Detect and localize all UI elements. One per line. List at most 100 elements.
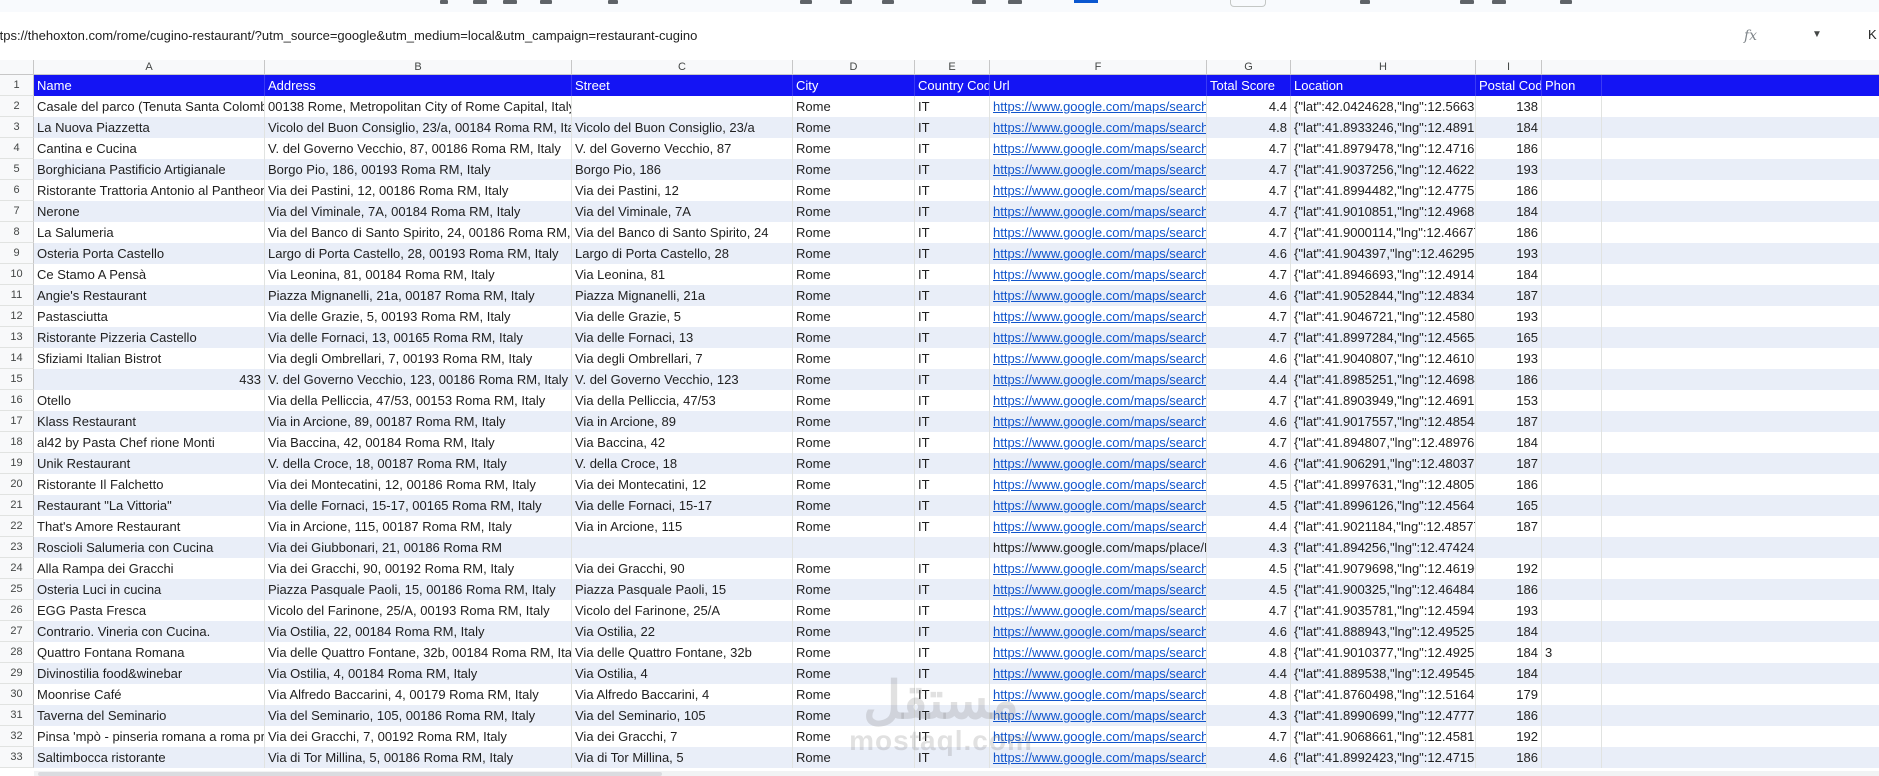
table-cell[interactable]: 186 [1476, 369, 1542, 390]
table-cell[interactable]: Rome [793, 453, 915, 474]
table-cell[interactable]: 4.5 [1207, 579, 1291, 600]
table-cell[interactable]: Via delle Grazie, 5 [572, 306, 793, 327]
table-cell[interactable]: V. della Croce, 18, 00187 Roma RM, Italy [265, 453, 572, 474]
row-number[interactable]: 9 [0, 243, 34, 264]
table-cell[interactable]: Via Baccina, 42, 00184 Roma RM, Italy [265, 432, 572, 453]
table-cell[interactable]: Via Ostilia, 22 [572, 621, 793, 642]
table-cell[interactable]: Quattro Fontana Romana [34, 642, 265, 663]
table-cell[interactable]: https://www.google.com/maps/search/?api=… [990, 222, 1207, 243]
table-cell[interactable]: Rome [793, 264, 915, 285]
table-cell[interactable]: 4.4 [1207, 369, 1291, 390]
table-cell[interactable]: 4.6 [1207, 621, 1291, 642]
table-cell[interactable]: {"lat":41.8992423,"lng":12.4715803} [1291, 747, 1476, 768]
table-cell[interactable]: 4.6 [1207, 243, 1291, 264]
table-cell[interactable]: IT [915, 96, 990, 117]
column-header-a[interactable]: A [34, 60, 265, 74]
table-cell[interactable]: {"lat":41.9021184,"lng":12.4857746} [1291, 516, 1476, 537]
table-cell[interactable]: IT [915, 663, 990, 684]
table-cell[interactable]: https://www.google.com/maps/search/?api=… [990, 96, 1207, 117]
table-cell[interactable]: Moonrise Café [34, 684, 265, 705]
table-cell[interactable]: Rome [793, 306, 915, 327]
column-header-d[interactable]: D [793, 60, 915, 74]
table-cell[interactable]: Rome [793, 222, 915, 243]
table-cell[interactable]: Rome [793, 201, 915, 222]
table-cell[interactable]: {"lat":41.9046721,"lng":12.4580838} [1291, 306, 1476, 327]
table-cell[interactable]: {"lat":41.8997631,"lng":12.4805864} [1291, 474, 1476, 495]
table-cell[interactable]: 4.8 [1207, 684, 1291, 705]
table-cell[interactable] [1542, 138, 1602, 159]
format-icon[interactable] [840, 0, 852, 4]
header-cell[interactable]: Total Score [1207, 75, 1291, 96]
row-number[interactable]: 26 [0, 600, 34, 621]
table-cell[interactable]: https://www.google.com/maps/search/?api=… [990, 306, 1207, 327]
table-cell[interactable]: {"lat":41.9035781,"lng":12.4594711} [1291, 600, 1476, 621]
table-cell[interactable]: Ristorante Pizzeria Castello [34, 327, 265, 348]
table-cell[interactable]: 186 [1476, 579, 1542, 600]
table-cell[interactable] [1542, 432, 1602, 453]
table-cell[interactable]: https://www.google.com/maps/search/?api=… [990, 663, 1207, 684]
chevron-down-icon[interactable]: ▼ [1812, 29, 1822, 40]
table-cell[interactable]: 4.7 [1207, 726, 1291, 747]
row-number[interactable]: 33 [0, 747, 34, 768]
row-number[interactable]: 2 [0, 96, 34, 117]
table-cell[interactable]: Via Leonina, 81, 00184 Roma RM, Italy [265, 264, 572, 285]
table-cell[interactable]: Via Ostilia, 4 [572, 663, 793, 684]
table-cell[interactable]: 4.5 [1207, 558, 1291, 579]
table-cell[interactable]: 184 [1476, 264, 1542, 285]
table-cell[interactable] [1542, 390, 1602, 411]
table-cell[interactable]: Piazza Mignanelli, 21a, 00187 Roma RM, I… [265, 285, 572, 306]
table-cell[interactable]: Rome [793, 621, 915, 642]
table-cell[interactable]: {"lat":41.8985251,"lng":12.4698499} [1291, 369, 1476, 390]
table-cell[interactable] [1476, 537, 1542, 558]
table-cell[interactable] [1542, 369, 1602, 390]
table-cell[interactable]: 184 [1476, 432, 1542, 453]
spreadsheet-grid[interactable]: ABCDEFGHI 1 Name Address Street City Country … [0, 60, 1879, 776]
table-cell[interactable] [1542, 600, 1602, 621]
table-cell[interactable]: Ristorante Trattoria Antonio al Pantheon [34, 180, 265, 201]
table-cell[interactable]: Via di Tor Millina, 5 [572, 747, 793, 768]
table-cell[interactable]: 187 [1476, 516, 1542, 537]
table-cell[interactable]: Rome [793, 516, 915, 537]
table-cell[interactable]: Via del Banco di Santo Spirito, 24 [572, 222, 793, 243]
table-cell[interactable]: {"lat":41.9040807,"lng":12.4610256} [1291, 348, 1476, 369]
table-cell[interactable]: IT [915, 495, 990, 516]
table-cell[interactable]: That's Amore Restaurant [34, 516, 265, 537]
table-cell[interactable]: Rome [793, 474, 915, 495]
table-cell[interactable]: Via in Arcione, 89 [572, 411, 793, 432]
table-cell[interactable] [1542, 558, 1602, 579]
table-cell[interactable]: Rome [793, 558, 915, 579]
table-cell[interactable]: 4.7 [1207, 159, 1291, 180]
table-cell[interactable]: IT [915, 306, 990, 327]
table-cell[interactable]: 4.6 [1207, 453, 1291, 474]
table-cell[interactable]: IT [915, 243, 990, 264]
table-cell[interactable]: Rome [793, 579, 915, 600]
table-cell[interactable] [915, 537, 990, 558]
table-cell[interactable]: EGG Pasta Fresca [34, 600, 265, 621]
table-cell[interactable]: 186 [1476, 474, 1542, 495]
table-cell[interactable]: Via delle Quattro Fontane, 32b, 00184 Ro… [265, 642, 572, 663]
table-cell[interactable] [1542, 474, 1602, 495]
table-cell[interactable]: Ristorante Il Falchetto [34, 474, 265, 495]
table-cell[interactable]: Via dei Pastini, 12, 00186 Roma RM, Ital… [265, 180, 572, 201]
table-cell[interactable]: Osteria Luci in cucina [34, 579, 265, 600]
table-cell[interactable]: https://www.google.com/maps/search/?api=… [990, 411, 1207, 432]
table-cell[interactable]: Rome [793, 96, 915, 117]
table-cell[interactable]: Via delle Fornaci, 15-17 [572, 495, 793, 516]
table-cell[interactable]: https://www.google.com/maps/search/?api=… [990, 117, 1207, 138]
table-cell[interactable]: 4.7 [1207, 432, 1291, 453]
table-cell[interactable]: IT [915, 600, 990, 621]
format-icon[interactable] [800, 0, 812, 4]
table-cell[interactable] [1542, 201, 1602, 222]
table-cell[interactable]: Via della Pelliccia, 47/53, 00153 Roma R… [265, 390, 572, 411]
table-cell[interactable]: https://www.google.com/maps/search/?api=… [990, 180, 1207, 201]
table-cell[interactable]: IT [915, 579, 990, 600]
table-cell[interactable] [1542, 243, 1602, 264]
table-cell[interactable]: Unik Restaurant [34, 453, 265, 474]
format-icon[interactable] [882, 0, 894, 4]
table-cell[interactable]: https://www.google.com/maps/search/?api=… [990, 243, 1207, 264]
table-cell[interactable]: Angie's Restaurant [34, 285, 265, 306]
table-cell[interactable]: {"lat":41.8760498,"lng":12.5164043} [1291, 684, 1476, 705]
row-number[interactable]: 13 [0, 327, 34, 348]
table-cell[interactable] [1542, 96, 1602, 117]
table-cell[interactable]: IT [915, 726, 990, 747]
